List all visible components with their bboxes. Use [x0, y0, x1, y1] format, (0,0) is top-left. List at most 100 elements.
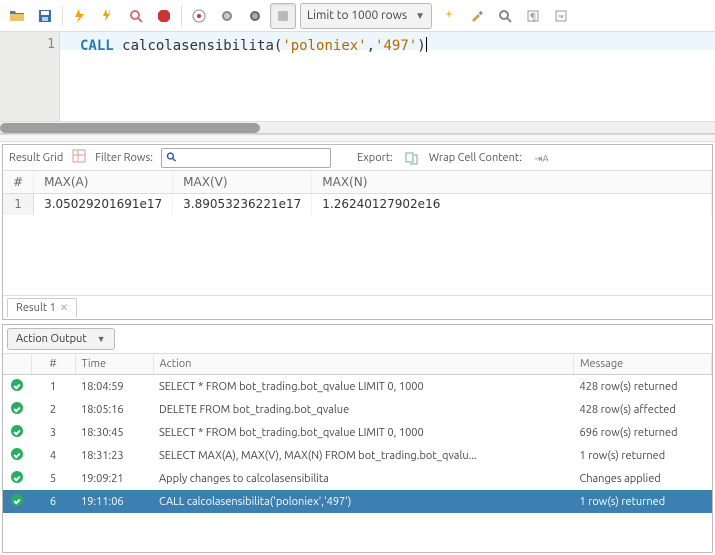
cell-action: SELECT MAX(A), MAX(V), MAX(N) FROM bot_t…	[153, 444, 574, 467]
success-icon	[11, 471, 23, 483]
rollback-button[interactable]	[214, 3, 240, 29]
search-icon	[166, 151, 178, 164]
result-toolbar: Result Grid Filter Rows: Export: Wrap Ce…	[3, 145, 712, 171]
brush-button[interactable]	[464, 3, 490, 29]
execute-button[interactable]	[67, 3, 93, 29]
cell-status	[3, 490, 31, 513]
find-button[interactable]	[492, 3, 518, 29]
tab-result-1[interactable]: Result 1 ✕	[7, 298, 77, 317]
limit-rows-dropdown[interactable]: Limit to 1000 rows ▼	[300, 3, 432, 29]
cell-status	[3, 421, 31, 444]
open-file-button[interactable]	[4, 3, 30, 29]
editor-h-scrollbar[interactable]	[0, 121, 715, 133]
cell-action: SELECT * FROM bot_trading.bot_qvalue LIM…	[153, 375, 574, 399]
toggle-limit-button[interactable]	[270, 3, 296, 29]
cell-message: 428 row(s) returned	[574, 375, 712, 399]
splitter[interactable]	[0, 134, 715, 142]
close-icon[interactable]: ✕	[60, 302, 68, 314]
action-row[interactable]: 318:30:45SELECT * FROM bot_trading.bot_q…	[3, 421, 712, 444]
cell-time: 18:30:45	[75, 421, 153, 444]
action-header-row: # Time Action Message	[3, 354, 712, 375]
action-output-grid[interactable]: # Time Action Message 118:04:59SELECT * …	[3, 353, 712, 552]
cell-message: 428 row(s) affected	[574, 398, 712, 421]
col-status[interactable]	[3, 354, 31, 375]
export-button[interactable]	[401, 148, 421, 168]
col-max-n[interactable]: MAX(N)	[312, 171, 712, 193]
cell-value[interactable]: 1.26240127902e16	[312, 193, 712, 215]
col-action[interactable]: Action	[153, 354, 574, 375]
cell-status	[3, 444, 31, 467]
result-grid-label: Result Grid	[9, 152, 63, 164]
cell-time: 18:04:59	[75, 375, 153, 399]
action-output-label: Action Output	[16, 333, 87, 345]
action-row[interactable]: 619:11:06CALL calcolasensibilita('poloni…	[3, 490, 712, 513]
cell-message: 1 row(s) returned	[574, 444, 712, 467]
action-row[interactable]: 218:05:16DELETE FROM bot_trading.bot_qva…	[3, 398, 712, 421]
cell-status	[3, 398, 31, 421]
cell-time: 18:05:16	[75, 398, 153, 421]
export-label: Export:	[357, 152, 393, 164]
action-output-dropdown[interactable]: Action Output ▼	[7, 328, 115, 350]
editor-gutter: 1 ✕	[0, 32, 60, 133]
cell-message: 1 row(s) returned	[574, 490, 712, 513]
text-cursor	[426, 37, 427, 52]
result-tabs: Result 1 ✕	[3, 295, 712, 319]
svg-text:I: I	[109, 9, 111, 16]
success-icon	[11, 425, 23, 437]
commit-button[interactable]	[186, 3, 212, 29]
stop-button[interactable]	[151, 3, 177, 29]
cell-num: 4	[31, 444, 75, 467]
success-icon	[11, 448, 23, 460]
result-row[interactable]: 13.05029201691e173.89053236221e171.26240…	[3, 193, 712, 215]
cell-message: 696 row(s) returned	[574, 421, 712, 444]
cell-status	[3, 375, 31, 399]
sql-toolbar: I Limit to 1000 rows ▼ ¶	[0, 0, 715, 32]
toggle-wrap-button[interactable]	[548, 3, 574, 29]
result-header-row: # MAX(A) MAX(V) MAX(N)	[3, 171, 712, 193]
svg-text:⇥A: ⇥A	[534, 153, 548, 164]
line-number: 1	[0, 37, 55, 55]
grid-icon	[71, 148, 87, 167]
action-output-header: Action Output ▼	[3, 325, 712, 353]
code-line: CALL calcolasensibilita('poloniex','497'…	[80, 37, 709, 55]
toggle-invisible-button[interactable]: ¶	[520, 3, 546, 29]
scrollbar-thumb[interactable]	[0, 123, 260, 133]
cell-num: 3	[31, 421, 75, 444]
cell-num: 6	[31, 490, 75, 513]
filter-rows-label: Filter Rows:	[95, 152, 153, 164]
explain-button[interactable]	[123, 3, 149, 29]
action-row[interactable]: 118:04:59SELECT * FROM bot_trading.bot_q…	[3, 375, 712, 399]
col-rownum[interactable]: #	[3, 171, 34, 193]
wrap-cell-label: Wrap Cell Content:	[429, 152, 522, 164]
wrap-cell-button[interactable]: ⇥A	[530, 148, 550, 168]
tab-label: Result 1	[16, 302, 56, 314]
cell-action: CALL calcolasensibilita('poloniex','497'…	[153, 490, 574, 513]
action-row[interactable]: 519:09:21Apply changes to calcolasensibi…	[3, 467, 712, 490]
chevron-down-icon: ▼	[415, 10, 425, 22]
sql-editor[interactable]: 1 ✕ CALL calcolasensibilita('poloniex','…	[0, 32, 715, 134]
editor-content[interactable]: CALL calcolasensibilita('poloniex','497'…	[60, 32, 715, 133]
save-button[interactable]	[32, 3, 58, 29]
col-max-v[interactable]: MAX(V)	[173, 171, 312, 193]
col-message[interactable]: Message	[574, 354, 712, 375]
cell-status	[3, 467, 31, 490]
col-num[interactable]: #	[31, 354, 75, 375]
action-row[interactable]: 418:31:23SELECT MAX(A), MAX(V), MAX(N) F…	[3, 444, 712, 467]
result-grid[interactable]: # MAX(A) MAX(V) MAX(N) 13.05029201691e17…	[3, 171, 712, 295]
cell-num: 1	[31, 375, 75, 399]
cell-action: Apply changes to calcolasensibilita	[153, 467, 574, 490]
col-max-a[interactable]: MAX(A)	[34, 171, 173, 193]
filter-rows-input-wrap[interactable]	[161, 148, 331, 168]
cell-action: SELECT * FROM bot_trading.bot_qvalue LIM…	[153, 421, 574, 444]
success-icon	[11, 379, 23, 391]
cell-num: 5	[31, 467, 75, 490]
cell-time: 19:11:06	[75, 490, 153, 513]
col-time[interactable]: Time	[75, 354, 153, 375]
beautify-button[interactable]	[436, 3, 462, 29]
autocommit-button[interactable]	[242, 3, 268, 29]
filter-rows-input[interactable]	[182, 152, 326, 164]
cell-value[interactable]: 3.89053236221e17	[173, 193, 312, 215]
cell-time: 18:31:23	[75, 444, 153, 467]
cell-value[interactable]: 3.05029201691e17	[34, 193, 173, 215]
execute-current-button[interactable]: I	[95, 3, 121, 29]
